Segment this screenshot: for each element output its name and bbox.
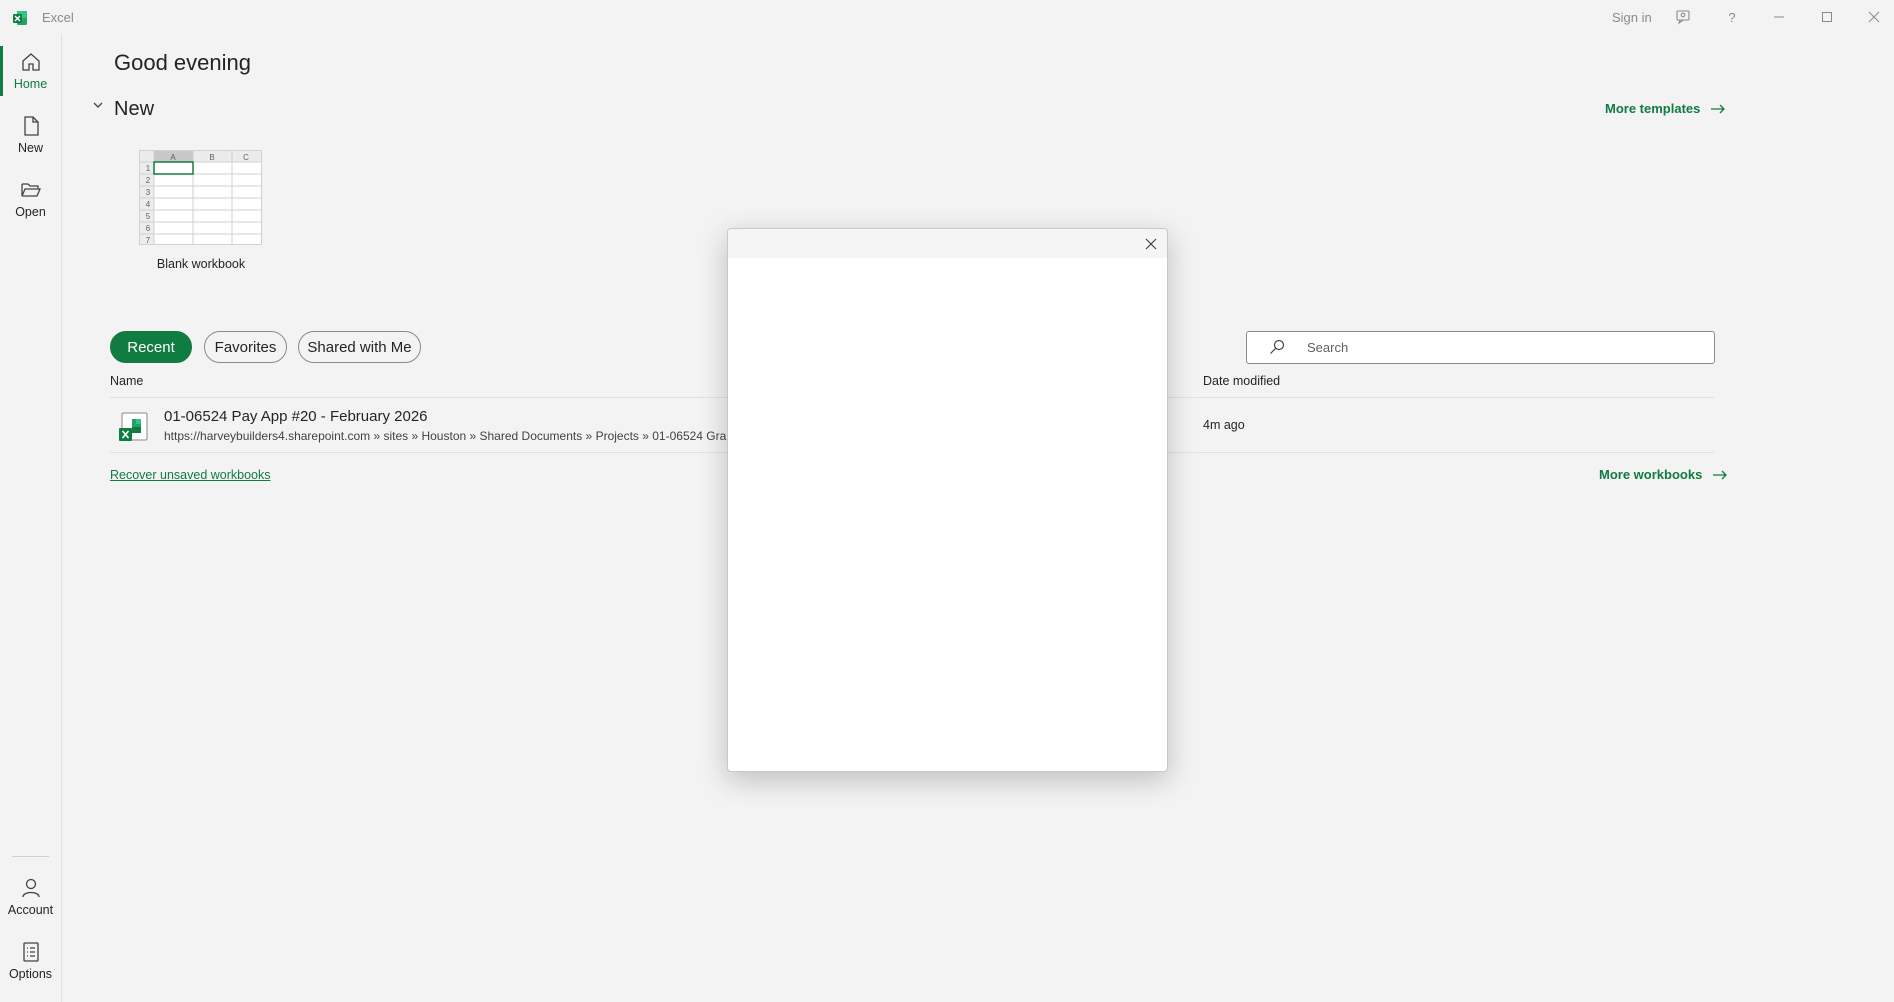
rail-item-open[interactable]: Open <box>0 170 61 228</box>
rail-item-account[interactable]: Account <box>0 868 61 926</box>
row-header: 6 <box>146 224 151 233</box>
rail-item-label: New <box>17 141 43 155</box>
recover-unsaved-workbooks-link[interactable]: Recover unsaved workbooks <box>110 468 271 482</box>
tab-recent[interactable]: Recent <box>110 331 192 363</box>
row-header: 4 <box>146 200 151 209</box>
rail-divider <box>12 856 49 857</box>
more-workbooks-label: More workbooks <box>1599 467 1703 482</box>
file-date-modified: 4m ago <box>1203 418 1245 432</box>
rail-item-new[interactable]: New <box>0 106 61 164</box>
more-templates-label: More templates <box>1605 101 1701 116</box>
close-icon[interactable] <box>1142 235 1160 253</box>
column-header-date-modified[interactable]: Date modified <box>1203 374 1280 388</box>
options-icon <box>22 942 39 962</box>
help-icon[interactable]: ? <box>1719 6 1745 28</box>
folder-open-icon <box>20 183 41 197</box>
minimize-icon[interactable] <box>1766 6 1792 28</box>
close-window-icon[interactable] <box>1861 6 1887 28</box>
file-name: 01-06524 Pay App #20 - February 2026 <box>164 408 428 425</box>
column-header-name[interactable]: Name <box>110 374 143 388</box>
rail-item-options[interactable]: Options <box>0 932 61 990</box>
sign-in-link[interactable]: Sign in <box>1612 10 1652 25</box>
excel-logo-icon <box>12 10 28 26</box>
title-bar: Excel Sign in ? <box>0 0 1894 34</box>
feedback-icon[interactable] <box>1670 6 1696 28</box>
more-workbooks-link[interactable]: More workbooks <box>1599 467 1728 482</box>
person-icon <box>21 878 40 898</box>
maximize-icon[interactable] <box>1814 6 1840 28</box>
help-glyph: ? <box>1728 9 1736 25</box>
blank-workbook-template[interactable]: A B C 1 2 3 4 5 6 7 <box>139 150 262 245</box>
search-placeholder: Search <box>1307 340 1349 355</box>
new-document-icon <box>23 116 39 136</box>
rail-item-label: Account <box>7 903 54 917</box>
arrow-right-icon <box>1713 470 1728 479</box>
row-header: 3 <box>146 188 151 197</box>
tab-shared-with-me[interactable]: Shared with Me <box>298 331 421 363</box>
left-navigation-rail: Home New Open Account Options <box>0 34 62 1002</box>
rail-item-label: Open <box>15 205 46 219</box>
excel-file-icon <box>118 411 150 443</box>
collapse-new-chevron-icon[interactable] <box>92 98 104 116</box>
tab-favorites[interactable]: Favorites <box>204 331 287 363</box>
file-path: https://harveybuilders4.sharepoint.com »… <box>164 429 743 443</box>
row-header: 5 <box>146 212 151 221</box>
more-templates-link[interactable]: More templates <box>1605 101 1726 116</box>
blank-workbook-label: Blank workbook <box>156 257 246 271</box>
row-header: 1 <box>146 164 151 173</box>
rail-item-label: Options <box>8 967 53 981</box>
row-header: 2 <box>146 176 151 185</box>
arrow-right-icon <box>1711 104 1726 113</box>
rail-item-label: Home <box>13 77 48 91</box>
rail-item-home[interactable]: Home <box>0 42 61 100</box>
search-icon <box>1270 339 1285 354</box>
row-header: 7 <box>146 236 151 244</box>
home-icon <box>21 53 40 71</box>
column-header: C <box>243 153 249 162</box>
column-header: A <box>170 153 176 162</box>
spreadsheet-grid-preview: A B C 1 2 3 4 5 6 7 <box>140 151 261 245</box>
column-header: B <box>209 153 214 162</box>
app-title: Excel <box>42 10 74 25</box>
dialog-header <box>728 229 1167 258</box>
new-section-title: New <box>114 98 155 120</box>
modal-dialog <box>727 228 1168 772</box>
search-input[interactable]: Search <box>1246 331 1715 364</box>
greeting-heading: Good evening <box>114 50 251 75</box>
